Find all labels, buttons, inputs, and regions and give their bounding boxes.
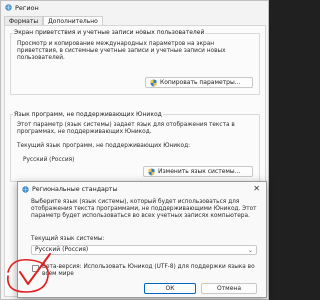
ok-button[interactable]: ОК bbox=[144, 283, 196, 294]
system-locale-label: Текущий язык системы: bbox=[31, 236, 105, 242]
welcome-description: Просмотр и копирование международных пар… bbox=[17, 41, 226, 62]
close-icon[interactable]: ✕ bbox=[253, 184, 260, 193]
utf8-checkbox-label: Бета-версия: Использовать Юникод (UTF-8)… bbox=[42, 264, 255, 278]
cancel-button[interactable]: Отмена bbox=[201, 283, 257, 294]
change-system-locale-label: Изменить язык системы... bbox=[158, 168, 241, 175]
globe-icon bbox=[5, 4, 12, 11]
utf8-checkbox[interactable] bbox=[32, 265, 39, 272]
system-locale-select[interactable]: Русский (Россия) ⌄ bbox=[31, 245, 257, 255]
system-locale-value: Русский (Россия) bbox=[35, 246, 89, 253]
uac-shield-icon bbox=[148, 167, 155, 176]
copy-settings-label: Копировать параметры... bbox=[160, 79, 241, 86]
chevron-down-icon: ⌄ bbox=[247, 247, 253, 254]
window-title: Регион bbox=[15, 4, 39, 12]
title-bar: Регион bbox=[1, 1, 268, 15]
globe-icon bbox=[22, 186, 29, 193]
dialog-description: Выберите язык (язык системы), который бу… bbox=[31, 199, 257, 220]
uac-shield-icon bbox=[150, 78, 157, 87]
current-language-value: Русский (Россия) bbox=[23, 157, 75, 163]
copy-settings-button[interactable]: Копировать параметры... bbox=[145, 77, 253, 88]
current-language-label: Текущий язык программ, не поддерживающих… bbox=[17, 143, 191, 149]
dialog-title: Региональные стандарты bbox=[32, 186, 118, 193]
nonunicode-description: Этот параметр (язык системы) задает язык… bbox=[17, 122, 235, 136]
change-system-locale-button[interactable]: Изменить язык системы... bbox=[143, 166, 253, 177]
welcome-group-label: Экран приветствия и учетные записи новых… bbox=[13, 29, 206, 36]
nonunicode-group-label: Язык программ, не поддерживающих Юникод bbox=[13, 111, 163, 118]
regional-settings-dialog: Региональные стандарты ✕ Выберите язык (… bbox=[17, 181, 267, 298]
